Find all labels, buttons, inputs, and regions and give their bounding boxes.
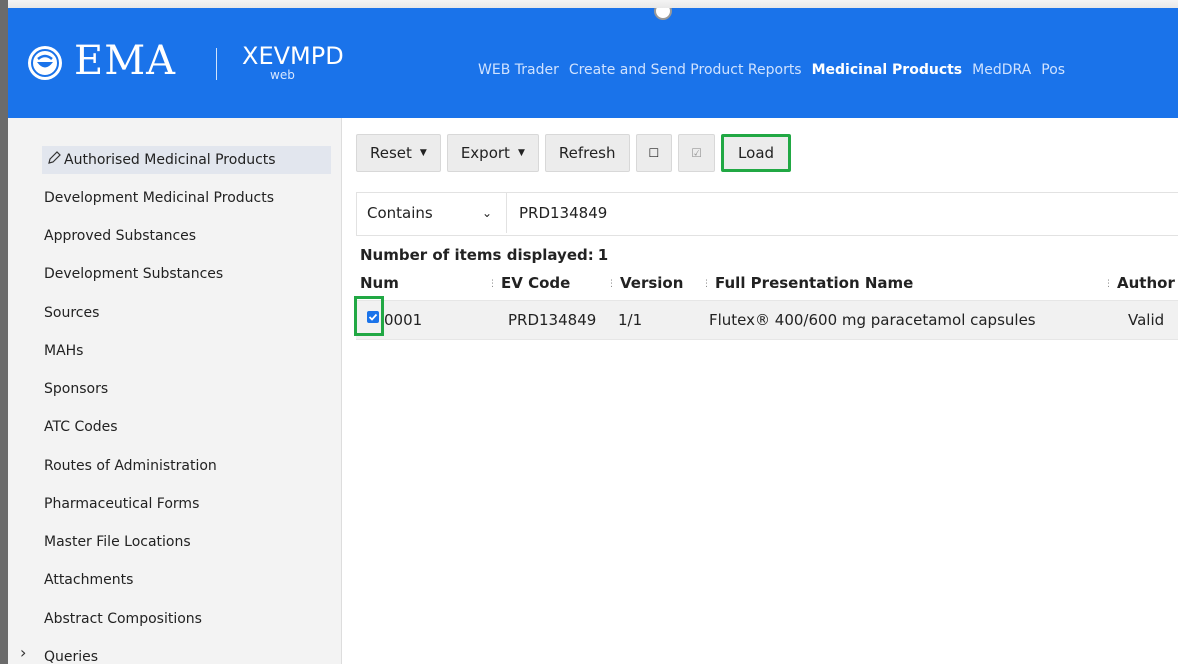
sidebar-item-sources[interactable]: Sources <box>44 299 99 327</box>
nav-medicinal-products[interactable]: Medicinal Products <box>812 62 963 78</box>
sidebar-item-pharmaceutical-forms[interactable]: Pharmaceutical Forms <box>44 490 199 518</box>
load-button[interactable]: Load <box>721 134 792 172</box>
sidebar-item-queries[interactable]: Queries <box>44 643 98 664</box>
export-button[interactable]: Export ▼ <box>446 134 539 172</box>
sidebar-item-mahs[interactable]: MAHs <box>44 337 83 365</box>
column-header-author[interactable]: ⋮ Author <box>1104 274 1175 292</box>
column-resize-icon[interactable]: ⋮ <box>1104 279 1113 289</box>
pencil-icon <box>48 151 61 164</box>
top-nav: WEB Trader Create and Send Product Repor… <box>478 62 1065 78</box>
column-header-ev-code[interactable]: ⋮ EV Code <box>488 274 570 292</box>
column-resize-icon[interactable]: ⋮ <box>607 279 616 289</box>
brand-ema: EMA <box>74 38 177 84</box>
app-name: XEVMPD <box>242 42 344 70</box>
row-checkbox-highlight <box>354 296 384 336</box>
caret-down-icon: ▼ <box>517 148 525 158</box>
column-header-label: Version <box>620 274 684 292</box>
reset-button[interactable]: Reset ▼ <box>356 134 441 172</box>
sidebar-item-routes-of-administration[interactable]: Routes of Administration <box>44 452 217 480</box>
chevron-right-icon[interactable]: › <box>20 643 26 662</box>
reset-label: Reset <box>370 144 412 162</box>
check-icon <box>368 313 378 321</box>
cell-author: Valid <box>1128 311 1165 329</box>
column-header-label: EV Code <box>501 274 571 292</box>
filter-operator-select[interactable]: Contains ⌄ <box>357 193 507 233</box>
ema-logo-icon <box>28 46 62 80</box>
window-top-edge <box>0 0 1178 8</box>
cell-full-presentation-name: Flutex® 400/600 mg paracetamol capsules <box>709 311 1036 329</box>
items-count-value: 1 <box>597 246 609 264</box>
nav-create-send-reports[interactable]: Create and Send Product Reports <box>569 62 802 78</box>
sidebar-item-master-file-locations[interactable]: Master File Locations <box>44 528 191 556</box>
sidebar-item-atc-codes[interactable]: ATC Codes <box>44 413 118 441</box>
chevron-down-icon: ⌄ <box>481 206 492 220</box>
main-content: Reset ▼ Export ▼ Refresh ☐ ☑ Load Contains… <box>342 118 1178 664</box>
sidebar-item-attachments[interactable]: Attachments <box>44 566 133 594</box>
refresh-button[interactable]: Refresh <box>544 134 630 172</box>
nav-meddra[interactable]: MedDRA <box>972 62 1031 78</box>
cell-ev-code: PRD134849 <box>508 311 597 329</box>
window-left-edge <box>0 0 8 664</box>
toolbar: Reset ▼ Export ▼ Refresh ☐ ☑ Load <box>356 134 792 172</box>
column-header-label: Author <box>1117 274 1175 292</box>
app-subtitle: web <box>270 68 295 82</box>
column-header-version[interactable]: ⋮ Version <box>607 274 683 292</box>
table-row[interactable]: 0001 PRD134849 1/1 Flutex® 400/600 mg pa… <box>354 296 1178 340</box>
column-header-full-presentation-name[interactable]: ⋮ Full Presentation Name <box>702 274 913 292</box>
sidebar: Authorised Medicinal Products Developmen… <box>8 118 342 664</box>
caret-down-icon: ▼ <box>419 148 427 158</box>
nav-web-trader[interactable]: WEB Trader <box>478 62 559 78</box>
app-header: EMA XEVMPD web WEB Trader Create and Sen… <box>8 8 1178 118</box>
items-count: Number of items displayed: 1 <box>360 246 608 264</box>
select-none-button[interactable]: ☐ <box>635 134 673 172</box>
cell-version: 1/1 <box>618 311 643 329</box>
cell-num: 0001 <box>384 311 423 329</box>
brand-separator <box>216 48 217 80</box>
sidebar-item-development-substances[interactable]: Development Substances <box>44 260 223 288</box>
export-label: Export <box>460 144 510 162</box>
select-all-button[interactable]: ☑ <box>678 134 716 172</box>
sidebar-item-sponsors[interactable]: Sponsors <box>44 375 108 403</box>
sidebar-item-abstract-compositions[interactable]: Abstract Compositions <box>44 605 202 633</box>
column-resize-icon[interactable]: ⋮ <box>702 279 711 289</box>
items-count-label: Number of items displayed: <box>360 246 594 264</box>
nav-pos[interactable]: Pos <box>1041 62 1065 78</box>
filter-value-input[interactable] <box>507 193 1167 233</box>
column-resize-icon[interactable]: ⋮ <box>488 279 497 289</box>
table-header: Num ⋮ EV Code ⋮ Version ⋮ Full Presentation… <box>360 274 1178 294</box>
row-checkbox[interactable] <box>367 311 379 323</box>
sidebar-item-development-medicinal-products[interactable]: Development Medicinal Products <box>44 184 274 212</box>
column-header-label: Full Presentation Name <box>715 274 914 292</box>
filter-operator-value: Contains <box>367 204 433 222</box>
sidebar-item-approved-substances[interactable]: Approved Substances <box>44 222 196 250</box>
column-header-num[interactable]: Num <box>360 274 399 292</box>
app: EMA XEVMPD web WEB Trader Create and Sen… <box>8 8 1178 664</box>
sidebar-item-authorised-medicinal-products[interactable]: Authorised Medicinal Products <box>42 146 331 174</box>
window-handle <box>654 8 672 20</box>
sidebar-item-label: Authorised Medicinal Products <box>64 152 276 168</box>
filter-row: Contains ⌄ <box>356 192 1178 236</box>
